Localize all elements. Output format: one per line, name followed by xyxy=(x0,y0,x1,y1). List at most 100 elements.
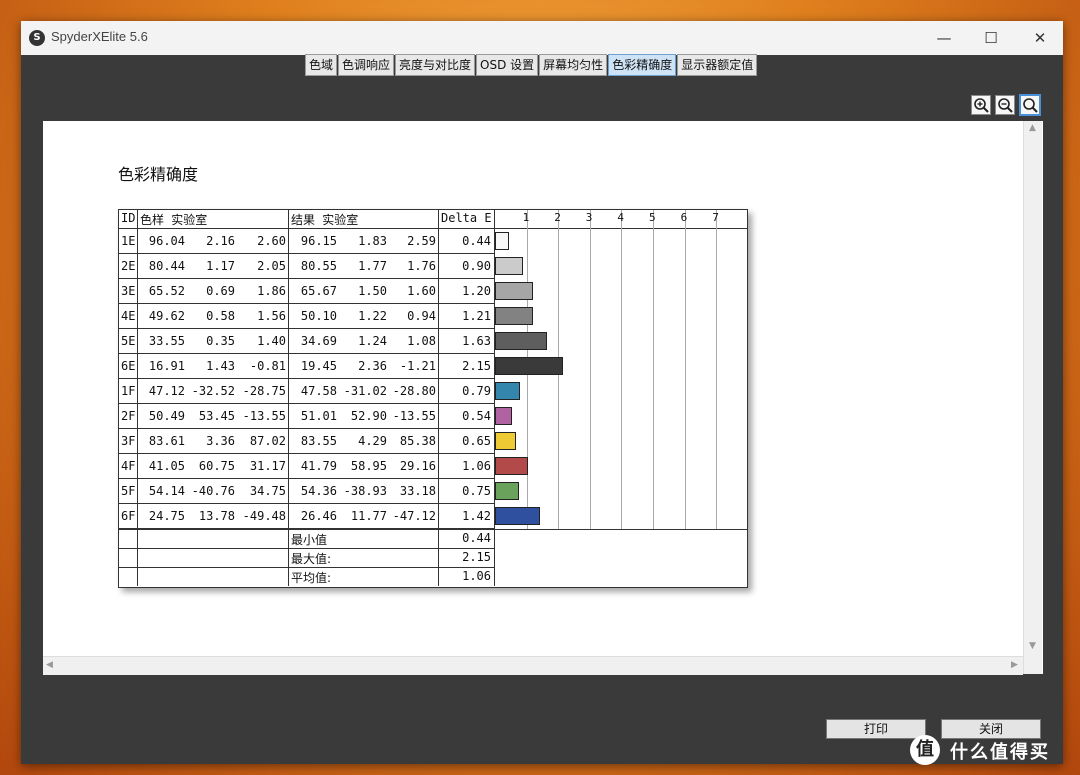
delta-e-bar xyxy=(495,257,523,275)
delta-e-bar xyxy=(495,282,533,300)
delta-e-bar xyxy=(495,407,512,425)
delta-e-bar xyxy=(495,307,533,325)
summary-row-divider xyxy=(119,567,495,568)
delta-e-value: 1.06 xyxy=(462,459,491,473)
color-accuracy-table: ID 色样 实验室 结果 实验室 Delta E 1 2 3 4 5 6 7 1E 96.04 2… xyxy=(118,209,748,588)
delta-e-value: 0.90 xyxy=(462,259,491,273)
row-divider xyxy=(119,403,495,404)
delta-e-value: 1.20 xyxy=(462,284,491,298)
header-sample: 色样 实验室 xyxy=(140,213,208,227)
row-divider xyxy=(119,353,495,354)
result-b-value: -28.80 xyxy=(392,384,436,398)
tab-osd-settings[interactable]: OSD 设置 xyxy=(476,54,539,76)
row-divider xyxy=(119,503,495,504)
scroll-down-icon[interactable]: ▼ xyxy=(1029,641,1036,651)
summary-label: 最大值: xyxy=(291,552,332,566)
delta-e-bar xyxy=(495,432,516,450)
delta-e-value: 0.65 xyxy=(462,434,491,448)
scale-gridline xyxy=(589,210,591,529)
summary-value: 2.15 xyxy=(462,550,491,564)
tab-brightness-contrast[interactable]: 亮度与对比度 xyxy=(395,54,476,76)
summary-value: 0.44 xyxy=(462,531,491,545)
horizontal-scrollbar[interactable]: ◀ ▶ xyxy=(43,656,1023,675)
delta-e-bar xyxy=(495,382,520,400)
delta-e-value: 1.21 xyxy=(462,309,491,323)
tab-screen-uniformity[interactable]: 屏幕均匀性 xyxy=(539,54,608,76)
scroll-up-icon[interactable]: ▲ xyxy=(1029,123,1036,133)
scale-tick-label: 4 xyxy=(617,211,625,224)
delta-e-value: 2.15 xyxy=(462,359,491,373)
report-tabs: 色域 色调响应 亮度与对比度 OSD 设置 屏幕均匀性 色彩精确度 显示器额定值 xyxy=(305,54,758,76)
row-divider xyxy=(119,428,495,429)
zoom-out-icon[interactable] xyxy=(995,95,1015,115)
delta-e-bar xyxy=(495,507,540,525)
delta-e-value: 0.44 xyxy=(462,234,491,248)
result-b-value: 1.60 xyxy=(407,284,436,298)
row-divider xyxy=(119,378,495,379)
delta-e-bar xyxy=(495,482,519,500)
title-bar: S SpyderXElite 5.6 — ☐ ✕ xyxy=(21,21,1063,55)
summary-divider xyxy=(119,529,747,530)
report-panel: 色彩精确度 ID 色样 实验室 结果 实验室 Delta E 1 2 3 4 5 6 7 1E… xyxy=(43,121,1043,674)
close-window-button[interactable]: ✕ xyxy=(1017,21,1063,55)
row-divider xyxy=(119,253,495,254)
delta-e-value: 1.42 xyxy=(462,509,491,523)
header-delta-e: Delta E xyxy=(441,211,492,225)
zoom-in-icon[interactable] xyxy=(971,95,991,115)
summary-value: 1.06 xyxy=(462,569,491,583)
scale-gridline xyxy=(621,210,623,529)
result-b-value: 33.18 xyxy=(399,484,436,498)
result-b-value: -1.21 xyxy=(399,359,436,373)
watermark: 值 什么值得买 xyxy=(910,735,1080,767)
maximize-button[interactable]: ☐ xyxy=(968,21,1014,55)
result-b-value: 85.38 xyxy=(399,434,436,448)
row-divider xyxy=(119,303,495,304)
tab-color-accuracy[interactable]: 色彩精确度 xyxy=(608,54,677,76)
scale-tick-label: 6 xyxy=(680,211,688,224)
row-divider xyxy=(119,453,495,454)
delta-e-bar xyxy=(495,357,563,375)
window-title: SpyderXElite 5.6 xyxy=(51,29,148,44)
result-b-value: 1.08 xyxy=(407,334,436,348)
summary-row-divider xyxy=(119,548,495,549)
result-b-value: 2.59 xyxy=(407,234,436,248)
delta-e-value: 0.54 xyxy=(462,409,491,423)
scale-tick-label: 5 xyxy=(649,211,656,224)
delta-e-bar xyxy=(495,232,509,250)
delta-e-bar xyxy=(495,457,528,475)
zoom-fit-icon[interactable] xyxy=(1019,94,1041,116)
delta-e-bar xyxy=(495,332,547,350)
scale-tick-label: 3 xyxy=(585,211,593,224)
row-divider xyxy=(119,478,495,479)
result-b-value: 0.94 xyxy=(407,309,436,323)
minimize-button[interactable]: — xyxy=(921,21,967,55)
header-result: 结果 实验室 xyxy=(291,213,359,227)
tab-tone-response[interactable]: 色调响应 xyxy=(338,54,395,76)
result-b-value: -13.55 xyxy=(392,409,436,423)
scale-tick-label: 7 xyxy=(712,211,719,224)
scale-gridline xyxy=(653,210,654,529)
summary-label: 平均值: xyxy=(291,571,332,585)
report-title: 色彩精确度 xyxy=(118,165,199,184)
app-logo-icon: S xyxy=(29,30,45,46)
scale-gridline xyxy=(684,210,686,529)
scroll-left-icon[interactable]: ◀ xyxy=(46,660,53,670)
delta-e-value: 1.63 xyxy=(462,334,491,348)
tab-monitor-rating[interactable]: 显示器额定值 xyxy=(677,54,758,76)
vertical-scrollbar[interactable]: ▲ ▼ xyxy=(1023,121,1042,674)
header-id: ID xyxy=(121,211,136,225)
scale-gridline xyxy=(716,210,718,529)
scroll-right-icon[interactable]: ▶ xyxy=(1011,660,1018,670)
scale-tick-label: 2 xyxy=(554,211,561,224)
row-divider xyxy=(119,278,495,279)
tab-gamut[interactable]: 色域 xyxy=(305,54,338,76)
row-divider xyxy=(119,328,495,329)
delta-e-value: 0.75 xyxy=(462,484,491,498)
scale-tick-label: 1 xyxy=(522,211,530,224)
app-window: S SpyderXElite 5.6 — ☐ ✕ 色域 色调响应 亮度与对比度 … xyxy=(21,21,1063,764)
result-b-value: 29.16 xyxy=(399,459,436,473)
delta-e-value: 0.79 xyxy=(462,384,491,398)
summary-label: 最小值 xyxy=(291,533,328,547)
watermark-badge: 值 xyxy=(910,735,940,765)
watermark-text: 什么值得买 xyxy=(950,742,1050,763)
